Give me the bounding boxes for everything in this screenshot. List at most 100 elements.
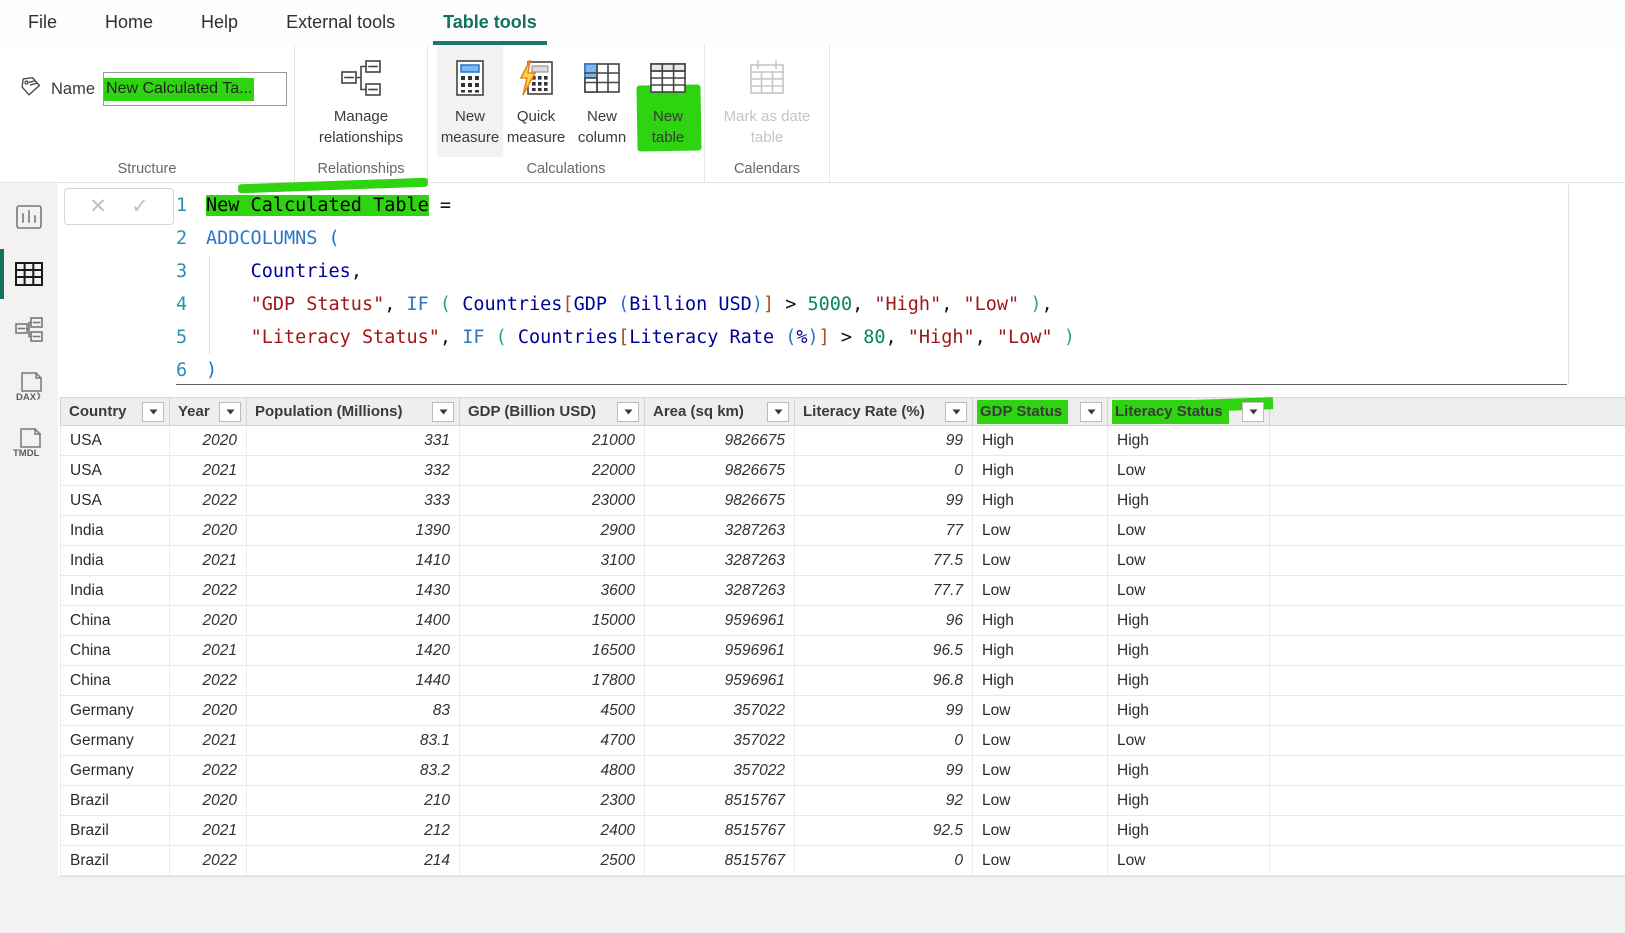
tmdl-view-icon[interactable]: TMDL bbox=[0, 420, 58, 464]
table-name-value: New Calculated Ta... bbox=[103, 78, 254, 101]
model-view-icon[interactable] bbox=[0, 308, 58, 352]
cell-gdp-status: Low bbox=[973, 816, 1108, 845]
data-view-icon[interactable] bbox=[0, 252, 58, 296]
cell-gdp-status: High bbox=[973, 636, 1108, 665]
line-number: 6 bbox=[176, 354, 200, 387]
new-column-button[interactable]: Newcolumn bbox=[569, 45, 635, 157]
column-header-gdp-status[interactable]: GDP Status bbox=[973, 398, 1108, 425]
column-filter-dropdown[interactable] bbox=[767, 402, 789, 422]
cell-literacy-status: Low bbox=[1108, 726, 1270, 755]
column-header-country[interactable]: Country bbox=[60, 398, 170, 425]
cell-population-millions: 332 bbox=[247, 456, 460, 485]
cell-year: 2021 bbox=[170, 456, 247, 485]
column-header-year[interactable]: Year bbox=[170, 398, 247, 425]
cell-year: 2021 bbox=[170, 636, 247, 665]
cell-gdp-status: Low bbox=[973, 846, 1108, 875]
cell-area-sq-km: 9596961 bbox=[645, 636, 795, 665]
cell-area-sq-km: 357022 bbox=[645, 726, 795, 755]
cell-area-sq-km: 9826675 bbox=[645, 486, 795, 515]
column-filter-dropdown[interactable] bbox=[219, 402, 241, 422]
table-row: India202214303600328726377.7LowLow bbox=[60, 576, 1625, 606]
commit-formula-icon[interactable]: ✓ bbox=[131, 196, 149, 217]
mark-as-date-table-button[interactable]: Mark as datetable bbox=[712, 45, 822, 157]
tab-help[interactable]: Help bbox=[177, 0, 262, 45]
grid-empty-area bbox=[58, 876, 1625, 933]
column-header-area-sq-km[interactable]: Area (sq km) bbox=[645, 398, 795, 425]
line-number: 2 bbox=[176, 222, 200, 255]
dax-query-view-icon[interactable]: DAX bbox=[0, 364, 58, 408]
cell-literacy-rate: 0 bbox=[795, 726, 973, 755]
column-filter-dropdown[interactable] bbox=[142, 402, 164, 422]
column-header-gdp-billion-usd[interactable]: GDP (Billion USD) bbox=[460, 398, 645, 425]
column-header-literacy-status[interactable]: Literacy Status bbox=[1108, 398, 1270, 425]
cell-gdp-billion-usd: 17800 bbox=[460, 666, 645, 695]
cell-gdp-billion-usd: 2300 bbox=[460, 786, 645, 815]
cell-gdp-status: High bbox=[973, 426, 1108, 455]
column-filter-dropdown[interactable] bbox=[1242, 402, 1264, 422]
grid-body: USA202033121000982667599HighHighUSA20213… bbox=[58, 426, 1625, 876]
cell-gdp-billion-usd: 23000 bbox=[460, 486, 645, 515]
cell-literacy-rate: 77 bbox=[795, 516, 973, 545]
cell-population-millions: 83.1 bbox=[247, 726, 460, 755]
column-header-population-millions[interactable]: Population (Millions) bbox=[247, 398, 460, 425]
cell-population-millions: 333 bbox=[247, 486, 460, 515]
cell-area-sq-km: 9826675 bbox=[645, 456, 795, 485]
quick-measure-button[interactable]: Quickmeasure bbox=[503, 45, 569, 157]
cell-country: India bbox=[60, 516, 170, 545]
new-table-button[interactable]: Newtable bbox=[635, 45, 701, 157]
cell-population-millions: 214 bbox=[247, 846, 460, 875]
cell-literacy-rate: 92.5 bbox=[795, 816, 973, 845]
tab-table-tools[interactable]: Table tools bbox=[419, 0, 561, 45]
tab-external-tools[interactable]: External tools bbox=[262, 0, 419, 45]
tab-home[interactable]: Home bbox=[81, 0, 177, 45]
column-filter-dropdown[interactable] bbox=[617, 402, 639, 422]
cell-area-sq-km: 3287263 bbox=[645, 546, 795, 575]
tab-file[interactable]: File bbox=[4, 0, 81, 45]
code-text: Countries, bbox=[200, 255, 362, 288]
new-column-icon bbox=[582, 54, 622, 102]
calendar-icon bbox=[746, 54, 788, 102]
cell-gdp-billion-usd: 16500 bbox=[460, 636, 645, 665]
cell-gdp-billion-usd: 4500 bbox=[460, 696, 645, 725]
column-filter-dropdown[interactable] bbox=[432, 402, 454, 422]
table-name-input[interactable]: New Calculated Ta... bbox=[103, 72, 287, 106]
cell-area-sq-km: 3287263 bbox=[645, 516, 795, 545]
cell-country: USA bbox=[60, 456, 170, 485]
cell-gdp-status: Low bbox=[973, 726, 1108, 755]
column-filter-dropdown[interactable] bbox=[945, 402, 967, 422]
code-text: ) bbox=[200, 354, 217, 387]
cancel-formula-icon[interactable]: ✕ bbox=[89, 196, 107, 217]
svg-text:TMDL: TMDL bbox=[13, 448, 40, 459]
table-row: Germany202183.147003570220LowLow bbox=[60, 726, 1625, 756]
cell-gdp-status: Low bbox=[973, 756, 1108, 785]
new-measure-button[interactable]: Newmeasure bbox=[437, 45, 503, 157]
cell-gdp-billion-usd: 21000 bbox=[460, 426, 645, 455]
formula-commit-box: ✕ ✓ bbox=[64, 188, 174, 225]
report-view-icon[interactable] bbox=[0, 196, 58, 240]
manage-relationships-button[interactable]: Manage relationships bbox=[301, 45, 421, 157]
cell-year: 2022 bbox=[170, 846, 247, 875]
dax-code-line-5: 5 "Literacy Status", IF ( Countries[Lite… bbox=[176, 321, 1567, 354]
cell-literacy-status: High bbox=[1108, 636, 1270, 665]
cell-country: Brazil bbox=[60, 846, 170, 875]
cell-literacy-rate: 99 bbox=[795, 756, 973, 785]
dax-code-editor[interactable]: 1New Calculated Table =2ADDCOLUMNS (3 Co… bbox=[176, 185, 1567, 385]
cell-year: 2022 bbox=[170, 756, 247, 785]
cell-year: 2020 bbox=[170, 786, 247, 815]
cell-literacy-status: High bbox=[1108, 486, 1270, 515]
column-filter-dropdown[interactable] bbox=[1080, 402, 1102, 422]
cell-area-sq-km: 357022 bbox=[645, 696, 795, 725]
ribbon-tab-bar: File Home Help External tools Table tool… bbox=[0, 0, 1625, 45]
cell-area-sq-km: 3287263 bbox=[645, 576, 795, 605]
cell-year: 2021 bbox=[170, 816, 247, 845]
group-label-structure: Structure bbox=[0, 161, 294, 177]
cell-year: 2022 bbox=[170, 576, 247, 605]
cell-population-millions: 1440 bbox=[247, 666, 460, 695]
column-header-literacy-rate[interactable]: Literacy Rate (%) bbox=[795, 398, 973, 425]
svg-text:DAX: DAX bbox=[16, 392, 37, 403]
cell-gdp-billion-usd: 2400 bbox=[460, 816, 645, 845]
cell-area-sq-km: 9826675 bbox=[645, 426, 795, 455]
table-row: USA20213322200098266750HighLow bbox=[60, 456, 1625, 486]
ribbon: Name New Calculated Ta... Structure Mana… bbox=[0, 45, 1625, 183]
code-text: New Calculated Table = bbox=[200, 189, 451, 222]
